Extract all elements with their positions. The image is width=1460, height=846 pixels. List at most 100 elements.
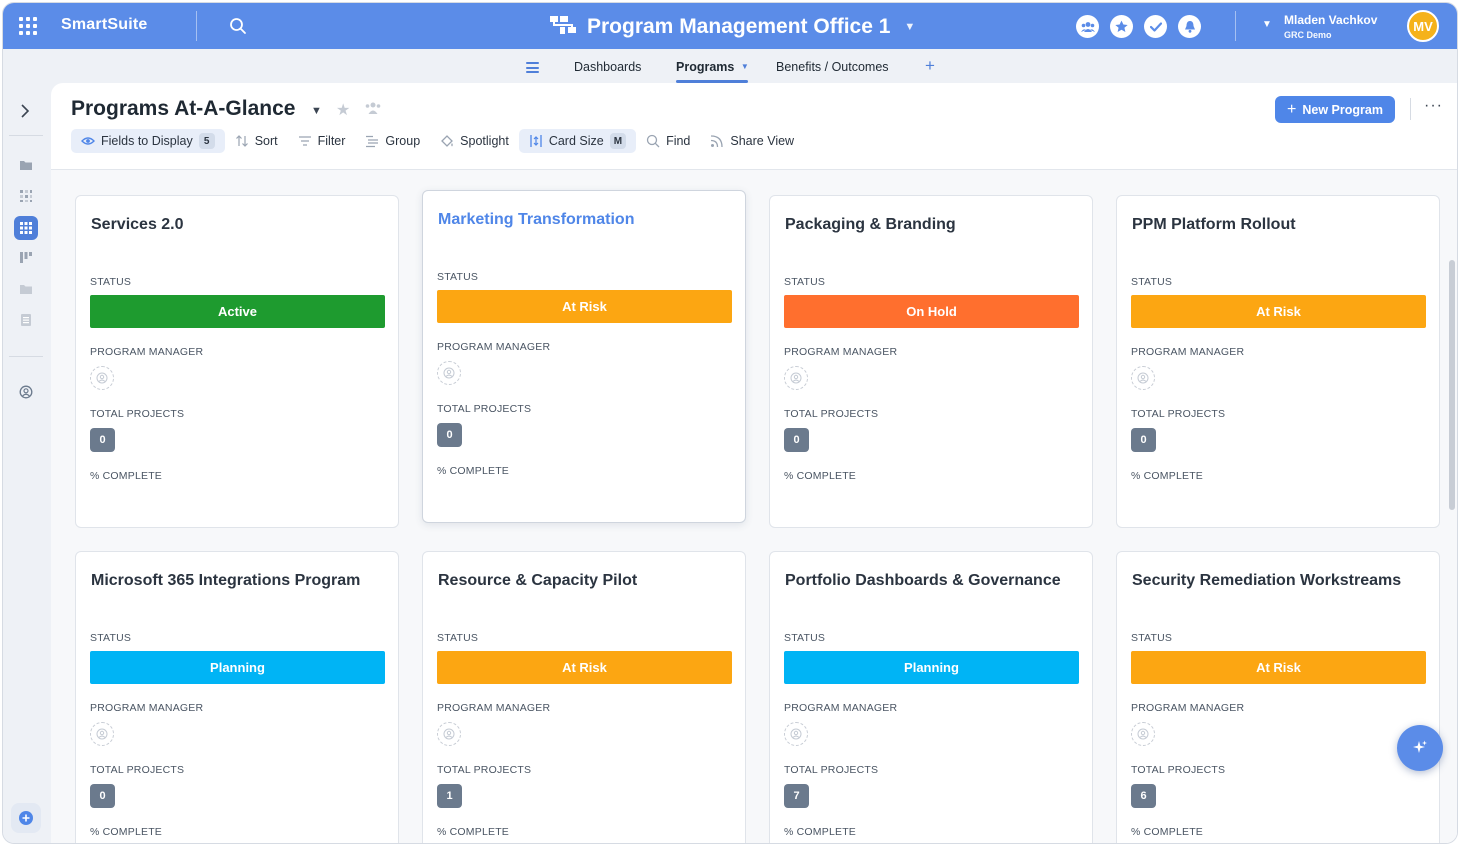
card-view-icon[interactable]: [14, 216, 38, 240]
empty-user-icon[interactable]: [1131, 366, 1155, 390]
filter-button[interactable]: Filter: [288, 129, 356, 153]
status-badge[interactable]: At Risk: [437, 290, 732, 323]
folder-icon[interactable]: [14, 153, 38, 177]
status-badge[interactable]: Active: [90, 295, 385, 328]
program-card[interactable]: Marketing Transformation STATUS At Risk PRO…: [422, 190, 746, 523]
brand-logo-text[interactable]: SmartSuite: [61, 16, 147, 34]
total-projects-label: TOTAL PROJECTS: [784, 408, 879, 420]
program-card[interactable]: Services 2.0 STATUS Active PROGRAM MANAGER T…: [75, 195, 399, 528]
search-icon[interactable]: [229, 17, 247, 35]
status-badge[interactable]: At Risk: [1131, 295, 1426, 328]
more-options-icon[interactable]: ···: [1424, 97, 1443, 115]
topbar-divider: [196, 11, 197, 41]
find-button[interactable]: Find: [636, 129, 700, 153]
card-title[interactable]: PPM Platform Rollout: [1132, 216, 1296, 234]
status-badge[interactable]: At Risk: [437, 651, 732, 684]
empty-user-icon[interactable]: [90, 366, 114, 390]
form-icon[interactable]: [14, 308, 38, 332]
new-program-button[interactable]: + New Program: [1275, 96, 1395, 123]
rail-divider: [9, 135, 43, 136]
project-count-badge[interactable]: 0: [90, 428, 115, 452]
view-toolbar: Fields to Display 5 Sort Filter Group Sp…: [71, 129, 804, 153]
program-card[interactable]: Portfolio Dashboards & Governance STATUS P…: [769, 551, 1093, 843]
avatar[interactable]: MV: [1407, 10, 1439, 42]
chevron-down-icon[interactable]: ▼: [311, 105, 322, 117]
workspace-selector[interactable]: Program Management Office 1 ▼: [549, 13, 915, 41]
chevron-right-icon[interactable]: [15, 101, 35, 121]
percent-complete-label: % COMPLETE: [1131, 470, 1204, 482]
empty-user-icon[interactable]: [784, 722, 808, 746]
share-view-button[interactable]: Share View: [700, 129, 804, 153]
check-icon[interactable]: [1144, 15, 1167, 38]
empty-user-icon[interactable]: [784, 366, 808, 390]
tab-benefits-outcomes[interactable]: Benefits / Outcomes: [776, 60, 889, 74]
tab-programs[interactable]: Programs ▼: [676, 60, 749, 74]
program-card[interactable]: Packaging & Branding STATUS On Hold PROGRAM…: [769, 195, 1093, 528]
empty-user-icon[interactable]: [1131, 722, 1155, 746]
card-title[interactable]: Microsoft 365 Integrations Program: [91, 572, 360, 590]
status-badge[interactable]: On Hold: [784, 295, 1079, 328]
grid-dots-icon[interactable]: [14, 184, 38, 208]
menu-icon[interactable]: [526, 62, 539, 73]
star-icon[interactable]: [1110, 15, 1133, 38]
ai-assistant-button[interactable]: [1397, 725, 1443, 771]
project-count-badge[interactable]: 0: [1131, 428, 1156, 452]
page-title[interactable]: Programs At-A-Glance: [71, 97, 295, 121]
card-title[interactable]: Portfolio Dashboards & Governance: [785, 572, 1061, 590]
project-count-badge[interactable]: 1: [437, 784, 462, 808]
team-icon[interactable]: [1076, 15, 1099, 38]
card-title[interactable]: Security Remediation Workstreams: [1132, 572, 1401, 590]
empty-user-icon[interactable]: [90, 722, 114, 746]
card-size-label: Card Size: [548, 134, 604, 148]
project-count-badge[interactable]: 0: [90, 784, 115, 808]
status-badge[interactable]: Planning: [90, 651, 385, 684]
chevron-down-icon[interactable]: ▼: [1262, 19, 1272, 30]
card-title[interactable]: Services 2.0: [91, 216, 184, 234]
bell-icon[interactable]: [1178, 15, 1201, 38]
empty-user-icon[interactable]: [437, 361, 461, 385]
project-count-badge[interactable]: 0: [784, 428, 809, 452]
card-title[interactable]: Resource & Capacity Pilot: [438, 572, 637, 590]
program-manager-label: PROGRAM MANAGER: [90, 702, 204, 714]
project-count-badge[interactable]: 6: [1131, 784, 1156, 808]
status-badge[interactable]: At Risk: [1131, 651, 1426, 684]
total-projects-label: TOTAL PROJECTS: [437, 403, 532, 415]
group-button[interactable]: Group: [355, 129, 430, 153]
kanban-icon[interactable]: [14, 246, 38, 270]
card-title[interactable]: Packaging & Branding: [785, 216, 956, 234]
project-count-badge[interactable]: 0: [437, 423, 462, 447]
sparkle-icon: [1413, 740, 1427, 753]
status-label: STATUS: [90, 632, 132, 644]
add-tab-button[interactable]: +: [925, 56, 935, 76]
people-icon[interactable]: [364, 101, 382, 115]
status-label: STATUS: [1131, 632, 1173, 644]
card-size-button[interactable]: Card Size M: [518, 129, 637, 153]
sort-button[interactable]: Sort: [225, 129, 288, 153]
program-card[interactable]: Microsoft 365 Integrations Program STATUS…: [75, 551, 399, 843]
total-projects-label: TOTAL PROJECTS: [1131, 408, 1226, 420]
program-manager-label: PROGRAM MANAGER: [437, 702, 551, 714]
filter-icon: [298, 134, 312, 148]
program-card[interactable]: Resource & Capacity Pilot STATUS At Risk PR…: [422, 551, 746, 843]
apps-grid-icon[interactable]: [17, 15, 39, 37]
card-title[interactable]: Marketing Transformation: [438, 211, 634, 229]
star-icon[interactable]: ★: [336, 100, 350, 120]
vertical-scrollbar[interactable]: [1449, 260, 1455, 510]
empty-user-icon[interactable]: [437, 722, 461, 746]
total-projects-label: TOTAL PROJECTS: [90, 764, 185, 776]
user-circle-icon[interactable]: [14, 380, 38, 404]
tab-dashboards[interactable]: Dashboards: [574, 60, 641, 74]
status-label: STATUS: [437, 271, 479, 283]
spotlight-button[interactable]: Spotlight: [430, 129, 519, 153]
app-window: SmartSuite Program Management Office 1 ▼…: [2, 2, 1458, 844]
folder-icon[interactable]: [14, 277, 38, 301]
rail-divider: [9, 356, 43, 357]
percent-complete-label: % COMPLETE: [90, 470, 163, 482]
program-card[interactable]: Security Remediation Workstreams STATUS At…: [1116, 551, 1440, 843]
project-count-badge[interactable]: 7: [784, 784, 809, 808]
fields-to-display-button[interactable]: Fields to Display 5: [71, 129, 225, 153]
status-badge[interactable]: Planning: [784, 651, 1079, 684]
user-name[interactable]: Mladen Vachkov: [1284, 13, 1377, 27]
program-card[interactable]: PPM Platform Rollout STATUS At Risk PROGRAM…: [1116, 195, 1440, 528]
add-circle-icon[interactable]: [11, 803, 41, 833]
